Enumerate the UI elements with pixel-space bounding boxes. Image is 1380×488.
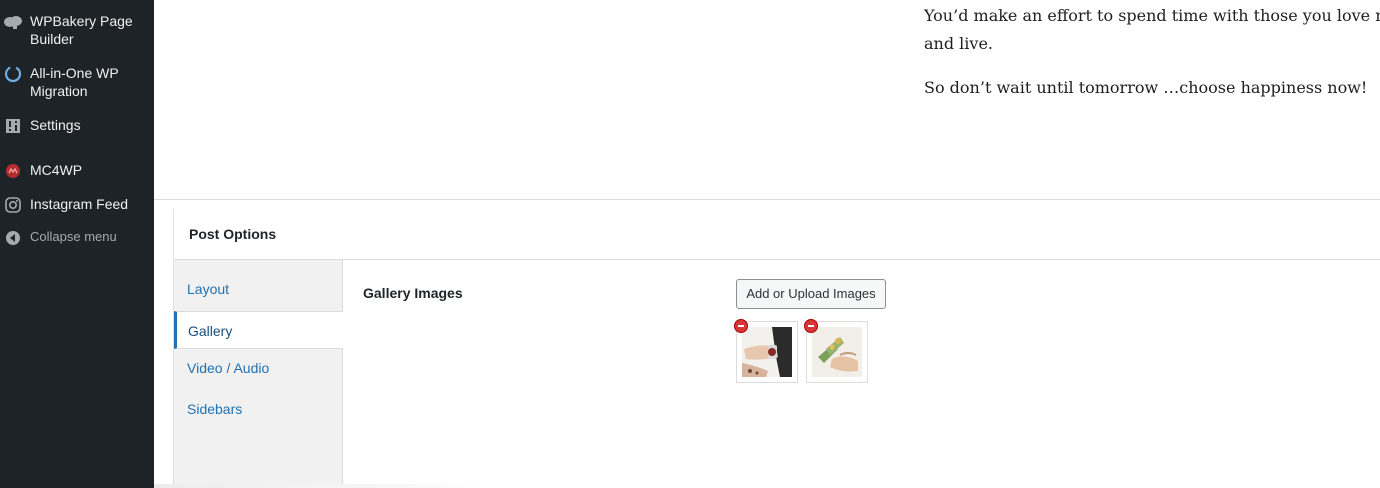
post-options-title: Post Options bbox=[189, 226, 277, 242]
gallery-images-label: Gallery Images bbox=[363, 285, 463, 301]
sidebar-item-migration[interactable]: All-in-One WP Migration bbox=[0, 64, 154, 100]
sidebar-item-settings[interactable]: Settings bbox=[0, 116, 154, 136]
tab-layout[interactable]: Layout bbox=[174, 270, 342, 308]
migration-icon bbox=[3, 64, 23, 84]
watch-wrist-photo bbox=[742, 327, 792, 377]
gallery-thumbnail[interactable] bbox=[734, 319, 798, 383]
tab-sidebars[interactable]: Sidebars bbox=[174, 390, 342, 428]
bottom-scroll-shadow bbox=[154, 484, 484, 488]
instagram-icon bbox=[3, 195, 23, 215]
gallery-thumbnail[interactable] bbox=[804, 319, 868, 383]
sidebar-item-mc4wp[interactable]: MC4WP bbox=[0, 161, 154, 181]
collapse-menu-label: Collapse menu bbox=[30, 229, 117, 244]
content-line: and live. bbox=[924, 34, 993, 53]
content-line: So don’t wait until tomorrow …choose hap… bbox=[924, 78, 1368, 97]
settings-icon bbox=[3, 116, 23, 136]
post-content-preview: You’d make an effort to spend time with … bbox=[924, 0, 1380, 102]
post-options-box: Post Options Layout Gallery Video / Audi… bbox=[173, 209, 1380, 488]
tab-video-audio[interactable]: Video / Audio bbox=[174, 349, 342, 387]
wpbakery-cloud-icon bbox=[3, 12, 23, 32]
flower-bouquet-photo bbox=[812, 327, 862, 377]
collapse-arrow-icon bbox=[3, 228, 23, 248]
mc4wp-icon bbox=[3, 161, 23, 181]
tab-gallery[interactable]: Gallery bbox=[174, 311, 343, 349]
sidebar-item-wpbakery[interactable]: WPBakery Page Builder bbox=[0, 12, 154, 48]
sidebar-item-label: WPBakery Page Builder bbox=[30, 13, 133, 47]
sidebar-item-instagram-feed[interactable]: Instagram Feed bbox=[0, 195, 154, 215]
sidebar-item-label: All-in-One WP Migration bbox=[30, 65, 119, 99]
add-upload-images-button[interactable]: Add or Upload Images bbox=[736, 279, 886, 309]
section-divider bbox=[154, 199, 1380, 200]
admin-sidebar: WPBakery Page Builder All-in-One WP Migr… bbox=[0, 0, 154, 488]
sidebar-item-label: Settings bbox=[30, 117, 81, 133]
sidebar-item-label: Instagram Feed bbox=[30, 196, 129, 212]
post-options-tabs: Layout Gallery Video / Audio Sidebars bbox=[174, 260, 343, 488]
post-options-header[interactable]: Post Options bbox=[174, 209, 1380, 260]
content-line: You’d make an effort to spend time with … bbox=[924, 6, 1380, 25]
sidebar-item-label: MC4WP bbox=[30, 162, 83, 178]
collapse-menu-button[interactable]: Collapse menu bbox=[0, 228, 154, 248]
remove-image-icon[interactable] bbox=[734, 319, 748, 333]
remove-image-icon[interactable] bbox=[804, 319, 818, 333]
